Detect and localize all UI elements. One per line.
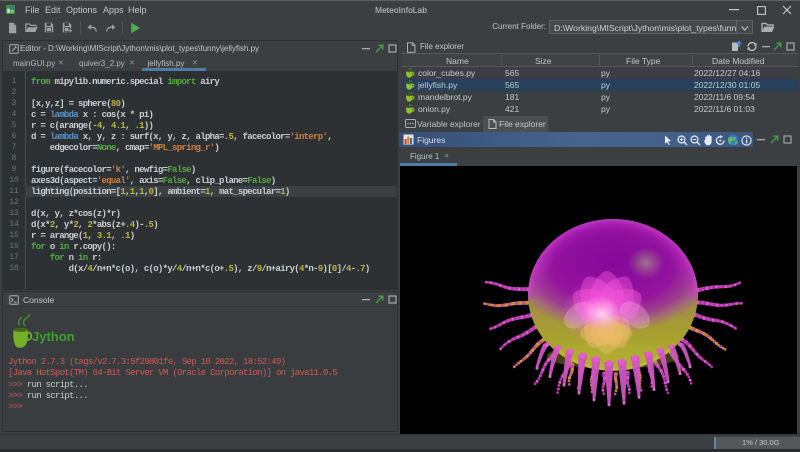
svg-text:Jython: Jython bbox=[32, 329, 75, 344]
